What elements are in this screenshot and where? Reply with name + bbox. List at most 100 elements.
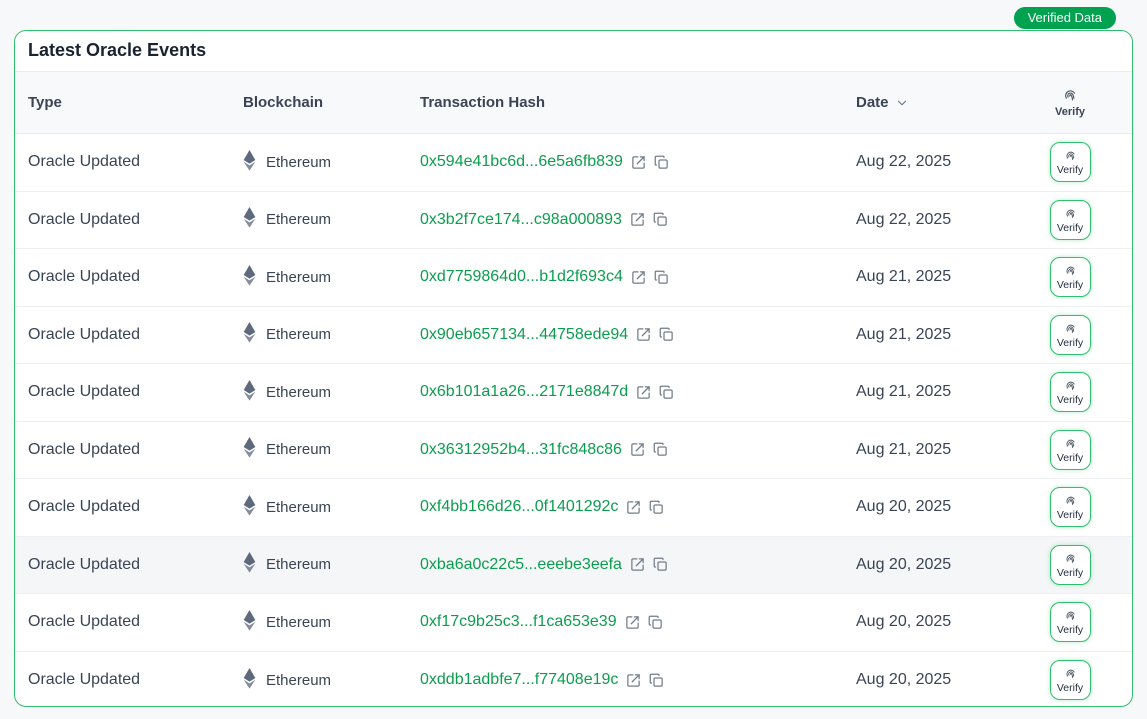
chevron-down-icon[interactable] [895, 96, 909, 110]
oracle-events-panel: Latest Oracle Events Type Blockchain Tra… [14, 30, 1133, 707]
table-row: Oracle Updated Ethereum 0xba6a0c22c5...e… [15, 537, 1132, 595]
transaction-hash-cell: 0xf4bb166d26...0f1401292c [420, 498, 856, 516]
blockchain-cell: Ethereum [243, 668, 420, 693]
fingerprint-icon [1064, 322, 1077, 335]
verify-cell: Verify [1021, 487, 1119, 527]
external-link-icon[interactable] [631, 270, 646, 285]
external-link-icon[interactable] [630, 557, 645, 572]
table-header-row: Type Blockchain Transaction Hash Date Ve… [15, 72, 1132, 134]
verify-button-label: Verify [1057, 509, 1083, 521]
date-cell: Aug 20, 2025 [856, 498, 1021, 516]
transaction-hash-link[interactable]: 0x90eb657134...44758ede94 [420, 326, 628, 344]
verify-cell: Verify [1021, 602, 1119, 642]
copy-icon[interactable] [654, 155, 669, 170]
transaction-hash-link[interactable]: 0x3b2f7ce174...c98a000893 [420, 211, 622, 229]
verify-button-label: Verify [1057, 567, 1083, 579]
verify-button[interactable]: Verify [1050, 142, 1091, 182]
transaction-hash-link[interactable]: 0xba6a0c22c5...eeebe3eefa [420, 556, 622, 574]
blockchain-label: Ethereum [266, 211, 331, 228]
fingerprint-icon [1064, 667, 1077, 680]
column-header-verify-label: Verify [1055, 106, 1085, 118]
copy-icon[interactable] [649, 673, 664, 688]
blockchain-cell: Ethereum [243, 552, 420, 577]
verify-button-label: Verify [1057, 394, 1083, 406]
external-link-icon[interactable] [630, 442, 645, 457]
transaction-hash-link[interactable]: 0xd7759864d0...b1d2f693c4 [420, 268, 623, 286]
copy-icon[interactable] [653, 212, 668, 227]
date-cell: Aug 22, 2025 [856, 211, 1021, 229]
verify-button-label: Verify [1057, 682, 1083, 694]
external-link-icon[interactable] [636, 385, 651, 400]
blockchain-cell: Ethereum [243, 610, 420, 635]
external-link-icon[interactable] [630, 212, 645, 227]
verify-button-label: Verify [1057, 279, 1083, 291]
transaction-hash-cell: 0x3b2f7ce174...c98a000893 [420, 211, 856, 229]
copy-icon[interactable] [649, 500, 664, 515]
ethereum-icon [243, 380, 256, 405]
copy-icon[interactable] [653, 442, 668, 457]
verify-button-label: Verify [1057, 624, 1083, 636]
verify-button[interactable]: Verify [1050, 545, 1091, 585]
fingerprint-icon [1064, 494, 1077, 507]
date-cell: Aug 20, 2025 [856, 671, 1021, 689]
date-cell: Aug 22, 2025 [856, 153, 1021, 171]
external-link-icon[interactable] [626, 500, 641, 515]
ethereum-icon [243, 265, 256, 290]
copy-icon[interactable] [654, 270, 669, 285]
event-type-cell: Oracle Updated [28, 556, 243, 574]
transaction-hash-link[interactable]: 0xf17c9b25c3...f1ca653e39 [420, 613, 617, 631]
blockchain-cell: Ethereum [243, 207, 420, 232]
fingerprint-icon [1064, 609, 1077, 622]
blockchain-label: Ethereum [266, 326, 331, 343]
verify-button[interactable]: Verify [1050, 602, 1091, 642]
verified-data-badge: Verified Data [1014, 7, 1116, 29]
transaction-hash-link[interactable]: 0x6b101a1a26...2171e8847d [420, 383, 628, 401]
fingerprint-icon [1064, 552, 1077, 565]
date-cell: Aug 20, 2025 [856, 556, 1021, 574]
fingerprint-icon [1064, 207, 1077, 220]
verify-button[interactable]: Verify [1050, 257, 1091, 297]
external-link-icon[interactable] [636, 327, 651, 342]
verify-button[interactable]: Verify [1050, 372, 1091, 412]
transaction-hash-cell: 0x90eb657134...44758ede94 [420, 326, 856, 344]
column-header-type: Type [28, 94, 243, 111]
external-link-icon[interactable] [631, 155, 646, 170]
date-cell: Aug 21, 2025 [856, 383, 1021, 401]
transaction-hash-link[interactable]: 0x36312952b4...31fc848c86 [420, 441, 622, 459]
verify-button[interactable]: Verify [1050, 200, 1091, 240]
column-header-verify: Verify [1021, 87, 1119, 118]
verify-cell: Verify [1021, 372, 1119, 412]
transaction-hash-cell: 0xf17c9b25c3...f1ca653e39 [420, 613, 856, 631]
verify-button[interactable]: Verify [1050, 487, 1091, 527]
transaction-hash-link[interactable]: 0x594e41bc6d...6e5a6fb839 [420, 153, 623, 171]
table-row: Oracle Updated Ethereum 0x36312952b4...3… [15, 422, 1132, 480]
verify-button[interactable]: Verify [1050, 430, 1091, 470]
verify-button[interactable]: Verify [1050, 315, 1091, 355]
copy-icon[interactable] [653, 557, 668, 572]
table-row: Oracle Updated Ethereum 0xf17c9b25c3...f… [15, 594, 1132, 652]
external-link-icon[interactable] [626, 673, 641, 688]
verify-button-label: Verify [1057, 222, 1083, 234]
verify-button-label: Verify [1057, 337, 1083, 349]
event-type-cell: Oracle Updated [28, 211, 243, 229]
event-type-cell: Oracle Updated [28, 498, 243, 516]
ethereum-icon [243, 437, 256, 462]
blockchain-cell: Ethereum [243, 322, 420, 347]
column-header-blockchain-label: Blockchain [243, 94, 323, 111]
copy-icon[interactable] [648, 615, 663, 630]
copy-icon[interactable] [659, 385, 674, 400]
column-header-date-label: Date [856, 94, 889, 111]
ethereum-icon [243, 322, 256, 347]
event-type-cell: Oracle Updated [28, 671, 243, 689]
transaction-hash-link[interactable]: 0xf4bb166d26...0f1401292c [420, 498, 618, 516]
column-header-date[interactable]: Date [856, 94, 1021, 111]
blockchain-label: Ethereum [266, 499, 331, 516]
ethereum-icon [243, 552, 256, 577]
external-link-icon[interactable] [625, 615, 640, 630]
transaction-hash-link[interactable]: 0xddb1adbfe7...f77408e19c [420, 671, 618, 689]
blockchain-label: Ethereum [266, 672, 331, 689]
copy-icon[interactable] [659, 327, 674, 342]
blockchain-cell: Ethereum [243, 150, 420, 175]
ethereum-icon [243, 668, 256, 693]
verify-button[interactable]: Verify [1050, 660, 1091, 700]
